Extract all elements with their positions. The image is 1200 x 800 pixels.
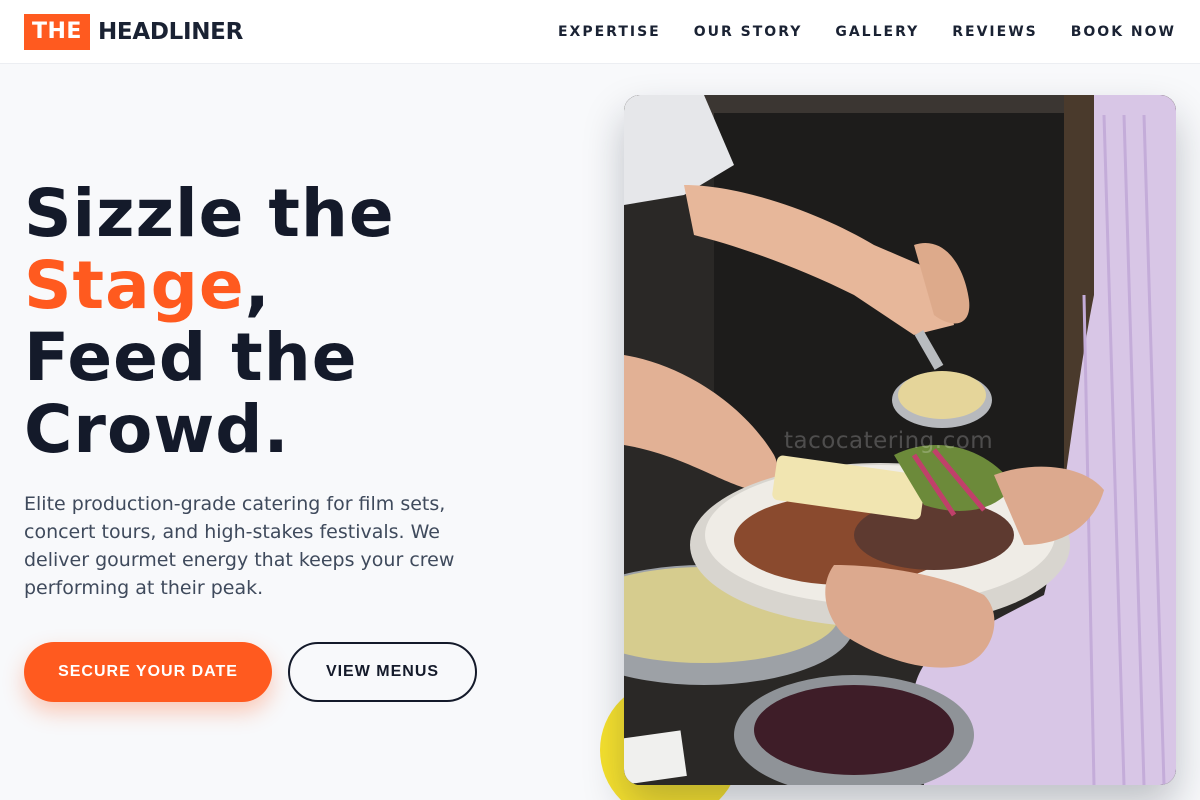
hero-description: Elite production-grade catering for film… <box>24 493 455 599</box>
nav-link-reviews[interactable]: REVIEWS <box>952 24 1037 40</box>
hero-title-line-4: Crowd. <box>24 391 290 468</box>
hero-title: Sizzle the Stage, Feed the Crowd. <box>24 178 584 466</box>
hero-food-photo: tacocatering.com <box>624 95 1176 785</box>
nav-link-book-now[interactable]: BOOK NOW <box>1071 24 1176 40</box>
hero-title-line-3: Feed the <box>24 319 358 396</box>
secure-your-date-button[interactable]: SECURE YOUR DATE <box>24 642 272 702</box>
main-nav: EXPERTISE OUR STORY GALLERY REVIEWS BOOK… <box>558 0 1176 64</box>
nav-link-expertise[interactable]: EXPERTISE <box>558 24 661 40</box>
brand-logo[interactable]: THE HEADLINER <box>24 14 243 50</box>
site-header: THE HEADLINER EXPERTISE OUR STORY GALLER… <box>0 0 1200 64</box>
hero-title-accent: Stage <box>24 247 245 324</box>
photo-watermark: tacocatering.com <box>784 428 994 454</box>
nav-link-gallery[interactable]: GALLERY <box>835 24 919 40</box>
hero-title-comma: , <box>244 247 271 324</box>
hero-title-line-1: Sizzle the <box>24 175 395 252</box>
nav-link-our-story[interactable]: OUR STORY <box>694 24 803 40</box>
view-menus-button[interactable]: VIEW MENUS <box>288 642 477 702</box>
logo-badge: THE <box>24 14 90 50</box>
logo-wordmark: HEADLINER <box>97 19 243 45</box>
